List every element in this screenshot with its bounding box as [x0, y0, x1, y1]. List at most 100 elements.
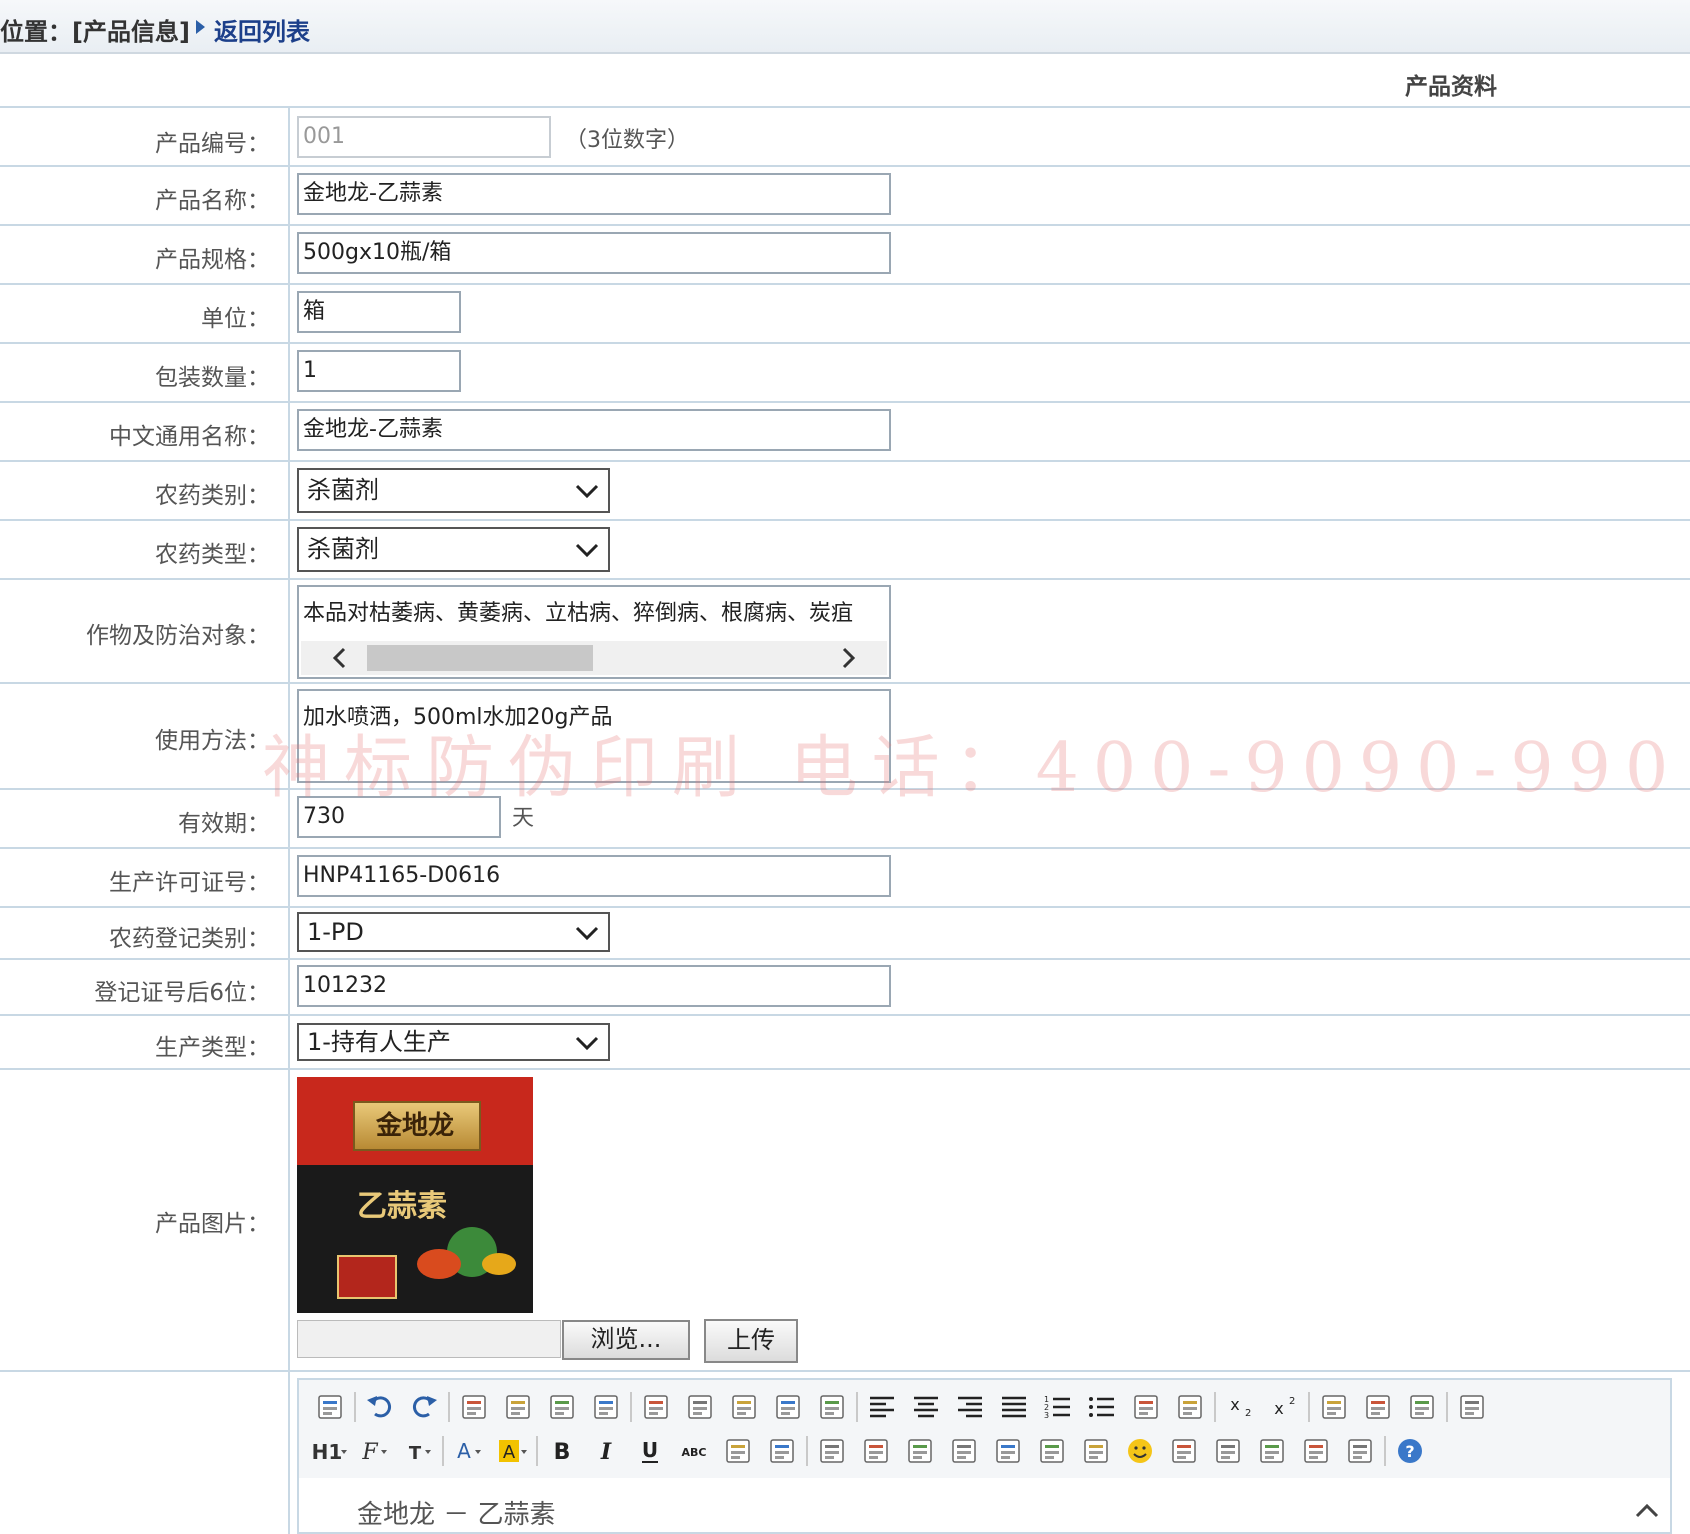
font-size-icon[interactable]: T — [401, 1434, 435, 1468]
license-input[interactable]: HNP41165-D0616 — [297, 855, 891, 897]
attachment-icon[interactable] — [991, 1434, 1025, 1468]
code-hint: （3位数字） — [565, 128, 689, 153]
reg-category-select[interactable]: 1-PD — [297, 912, 610, 952]
media-icon[interactable] — [947, 1434, 981, 1468]
unlink-icon[interactable] — [1343, 1434, 1377, 1468]
indent-icon[interactable] — [1129, 1390, 1163, 1424]
rich-text-editor: 123x2x2 H1 F T A A B I U ABC? 金地龙 － 乙蒜素 — [297, 1378, 1672, 1534]
subscript-icon[interactable]: x2 — [1223, 1390, 1257, 1424]
horizontal-scrollbar[interactable] — [301, 641, 887, 675]
source-icon[interactable] — [313, 1390, 347, 1424]
chevron-down-icon — [575, 1036, 599, 1051]
svg-text:A: A — [503, 1442, 516, 1463]
align-center-icon[interactable] — [909, 1390, 943, 1424]
ordered-list-icon[interactable]: 123 — [1041, 1390, 1075, 1424]
label-product-image: 产品图片： — [155, 1211, 270, 1237]
strikethrough-icon[interactable]: ABC — [677, 1434, 711, 1468]
unordered-list-icon[interactable] — [1085, 1390, 1119, 1424]
unit-input[interactable]: 箱 — [297, 291, 461, 333]
link-icon[interactable] — [1299, 1434, 1333, 1468]
paste-text-icon[interactable] — [771, 1390, 805, 1424]
undo-icon[interactable] — [363, 1390, 397, 1424]
anchor-icon[interactable] — [1255, 1434, 1289, 1468]
insert-row-icon[interactable] — [1079, 1434, 1113, 1468]
label-code: 产品编号： — [155, 131, 270, 157]
code-icon[interactable] — [589, 1390, 623, 1424]
label-unit: 单位： — [201, 306, 270, 332]
select-all-icon[interactable] — [1361, 1390, 1395, 1424]
breadcrumb-bar: 位置：[产品信息] 返回列表 — [0, 0, 1690, 54]
common-name-input[interactable]: 金地龙-乙蒜素 — [297, 409, 891, 451]
file-path-field[interactable] — [297, 1320, 561, 1358]
multi-image-icon[interactable] — [859, 1434, 893, 1468]
toolbar-separator — [1446, 1392, 1448, 1422]
heading-icon[interactable]: H1 — [312, 1434, 347, 1468]
select-icon[interactable] — [1405, 1390, 1439, 1424]
browse-button[interactable]: 浏览... — [562, 1320, 690, 1360]
clear-format-icon[interactable] — [1317, 1390, 1351, 1424]
align-left-icon[interactable] — [865, 1390, 899, 1424]
label-production-type: 生产类型： — [155, 1035, 270, 1061]
flash-icon[interactable] — [903, 1434, 937, 1468]
copy-icon[interactable] — [683, 1390, 717, 1424]
image-product-text: 乙蒜素 — [357, 1189, 447, 1224]
template-icon[interactable] — [545, 1390, 579, 1424]
editor-toolbar: 123x2x2 H1 F T A A B I U ABC? — [299, 1380, 1670, 1478]
usage-textarea[interactable]: 加水喷洒，500ml水加20g产品 — [297, 689, 891, 783]
section-header: 产品资料 — [0, 54, 1690, 108]
font-family-icon[interactable]: F — [357, 1434, 391, 1468]
upload-button[interactable]: 上传 — [704, 1319, 798, 1363]
row-license: 生产许可证号： HNP41165-D0616 — [0, 849, 1690, 908]
editor-content[interactable]: 金地龙 － 乙蒜素 — [357, 1494, 556, 1531]
paste-word-icon[interactable] — [815, 1390, 849, 1424]
product-image: 金地龙 乙蒜素 — [297, 1077, 533, 1313]
picture-icon[interactable] — [1167, 1434, 1201, 1468]
cut-icon[interactable] — [639, 1390, 673, 1424]
chevron-down-icon — [575, 926, 599, 941]
underline-icon[interactable]: U — [633, 1434, 667, 1468]
bold-icon[interactable]: B — [545, 1434, 579, 1468]
redo-icon[interactable] — [407, 1390, 441, 1424]
row-reg-last6: 登记证号后6位： 101232 — [0, 960, 1690, 1016]
svg-text:2: 2 — [1289, 1396, 1295, 1407]
pesticide-category-select[interactable]: 杀菌剂 — [297, 468, 610, 513]
pack-qty-input[interactable]: 1 — [297, 350, 461, 392]
outdent-icon[interactable] — [1173, 1390, 1207, 1424]
font-color-icon[interactable]: A — [451, 1434, 485, 1468]
image-pepper — [482, 1253, 516, 1275]
back-to-list-link[interactable]: 返回列表 — [214, 12, 310, 47]
page-break-icon[interactable] — [1211, 1434, 1245, 1468]
eraser-icon[interactable] — [765, 1434, 799, 1468]
pesticide-type-select[interactable]: 杀菌剂 — [297, 527, 610, 572]
svg-text:x: x — [1274, 1399, 1283, 1418]
reg-last6-input[interactable]: 101232 — [297, 965, 891, 1007]
help-icon[interactable]: ? — [1393, 1434, 1427, 1468]
image-insert-icon[interactable] — [815, 1434, 849, 1468]
scrollbar-thumb[interactable] — [367, 645, 593, 671]
production-type-select[interactable]: 1-持有人生产 — [297, 1023, 610, 1061]
paste-icon[interactable] — [727, 1390, 761, 1424]
chevron-left-icon[interactable] — [327, 645, 353, 671]
svg-text:A: A — [457, 1439, 471, 1463]
preview-icon[interactable] — [457, 1390, 491, 1424]
chevron-up-icon[interactable] — [1632, 1496, 1662, 1526]
shelf-life-input[interactable]: 730 — [297, 796, 501, 838]
chevron-right-icon[interactable] — [835, 645, 861, 671]
crop-target-textarea[interactable]: 本品对枯萎病、黄萎病、立枯病、猝倒病、根腐病、炭疽 — [297, 585, 891, 679]
superscript-icon[interactable]: x2 — [1267, 1390, 1301, 1424]
hr-icon[interactable] — [721, 1434, 755, 1468]
justify-icon[interactable] — [997, 1390, 1031, 1424]
highlight-icon[interactable]: A — [495, 1434, 529, 1468]
image-tomato — [417, 1249, 461, 1279]
fullscreen-icon[interactable] — [1455, 1390, 1489, 1424]
emoticon-icon[interactable] — [1123, 1434, 1157, 1468]
align-right-icon[interactable] — [953, 1390, 987, 1424]
row-crop-target: 作物及防治对象： 本品对枯萎病、黄萎病、立枯病、猝倒病、根腐病、炭疽 — [0, 580, 1690, 684]
name-input[interactable]: 金地龙-乙蒜素 — [297, 173, 891, 215]
toolbar-separator — [354, 1392, 356, 1422]
spec-input[interactable]: 500gx10瓶/箱 — [297, 232, 891, 274]
table-icon[interactable] — [1035, 1434, 1069, 1468]
print-icon[interactable] — [501, 1390, 535, 1424]
italic-icon[interactable]: I — [589, 1434, 623, 1468]
toolbar-separator — [856, 1392, 858, 1422]
